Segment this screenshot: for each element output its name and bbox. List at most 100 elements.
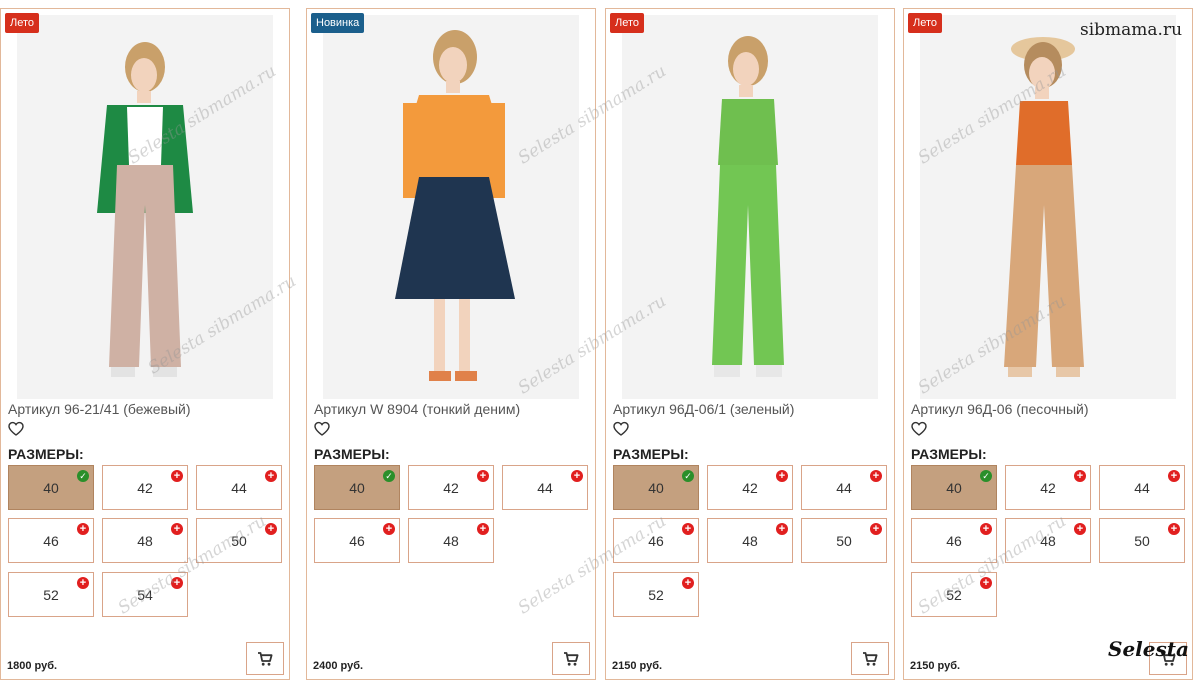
model-figure <box>920 15 1176 399</box>
size-option-52[interactable]: 52 + <box>8 572 94 617</box>
product-title[interactable]: Артикул W 8904 (тонкий деним) <box>314 401 520 417</box>
product-price: 2400 руб. <box>313 660 364 672</box>
plus-circle-icon: + <box>1074 523 1086 535</box>
product-photo[interactable] <box>622 15 878 399</box>
check-circle-icon: ✓ <box>682 470 694 482</box>
plus-circle-icon: + <box>77 577 89 589</box>
size-option-52[interactable]: 52 + <box>911 572 997 617</box>
shoes-shape <box>1008 367 1032 377</box>
size-option-46[interactable]: 46 + <box>314 518 400 563</box>
product-card: Лето Артикул 96-21/41 (бежевый) РАЗМЕРЫ:… <box>0 8 290 680</box>
plus-circle-icon: + <box>265 523 277 535</box>
size-option-46[interactable]: 46 + <box>613 518 699 563</box>
product-title[interactable]: Артикул 96Д-06/1 (зеленый) <box>613 401 794 417</box>
size-option-48[interactable]: 48 + <box>408 518 494 563</box>
size-option-52[interactable]: 52 + <box>613 572 699 617</box>
shopping-cart-icon <box>258 651 273 666</box>
product-card: Лето Артикул 96Д-06/1 (зеленый) РАЗМЕРЫ:… <box>605 8 895 680</box>
plus-circle-icon: + <box>1074 470 1086 482</box>
top-shape <box>407 95 501 190</box>
shopping-cart-icon <box>863 651 878 666</box>
size-option-40[interactable]: 40 ✓ <box>314 465 400 510</box>
size-option-48[interactable]: 48 + <box>1005 518 1091 563</box>
site-watermark: sibmama.ru <box>1080 20 1183 40</box>
size-option-40[interactable]: 40 ✓ <box>613 465 699 510</box>
size-option-40[interactable]: 40 ✓ <box>911 465 997 510</box>
plus-circle-icon: + <box>980 523 992 535</box>
product-price: 2150 руб. <box>612 660 663 672</box>
product-card: Новинка Артикул W 8904 (тонкий деним) РА… <box>306 8 596 680</box>
size-option-50[interactable]: 50 + <box>1099 518 1185 563</box>
heart-outline-icon[interactable] <box>911 421 927 437</box>
plus-circle-icon: + <box>1168 523 1180 535</box>
plus-circle-icon: + <box>477 470 489 482</box>
check-circle-icon: ✓ <box>980 470 992 482</box>
product-photo[interactable] <box>323 15 579 399</box>
add-to-cart-button[interactable] <box>246 642 284 675</box>
plus-circle-icon: + <box>171 523 183 535</box>
size-option-44[interactable]: 44 + <box>801 465 887 510</box>
size-option-48[interactable]: 48 + <box>102 518 188 563</box>
shoes-shape <box>714 365 740 377</box>
product-title[interactable]: Артикул 96-21/41 (бежевый) <box>8 401 191 417</box>
size-option-46[interactable]: 46 + <box>911 518 997 563</box>
plus-circle-icon: + <box>383 523 395 535</box>
heart-outline-icon[interactable] <box>613 421 629 437</box>
sizes-label: РАЗМЕРЫ: <box>613 446 689 462</box>
size-option-46[interactable]: 46 + <box>8 518 94 563</box>
plus-circle-icon: + <box>477 523 489 535</box>
plus-circle-icon: + <box>571 470 583 482</box>
summer-badge: Лето <box>610 13 645 33</box>
plus-circle-icon: + <box>776 523 788 535</box>
check-circle-icon: ✓ <box>77 470 89 482</box>
model-figure <box>622 15 878 399</box>
heart-outline-icon[interactable] <box>8 421 24 437</box>
size-option-42[interactable]: 42 + <box>408 465 494 510</box>
plus-circle-icon: + <box>171 577 183 589</box>
product-card: Лето Артикул 96Д-06 (песочный) РАЗМЕРЫ: … <box>903 8 1193 680</box>
product-photo[interactable] <box>920 15 1176 399</box>
plus-circle-icon: + <box>870 523 882 535</box>
summer-badge: Лето <box>5 13 40 33</box>
product-title[interactable]: Артикул 96Д-06 (песочный) <box>911 401 1089 417</box>
size-option-40[interactable]: 40 ✓ <box>8 465 94 510</box>
size-option-44[interactable]: 44 + <box>196 465 282 510</box>
plus-circle-icon: + <box>870 470 882 482</box>
plus-circle-icon: + <box>682 523 694 535</box>
top-shape <box>718 99 778 165</box>
plus-circle-icon: + <box>265 470 277 482</box>
product-photo[interactable] <box>17 15 273 399</box>
product-price: 2150 руб. <box>910 660 961 672</box>
size-option-48[interactable]: 48 + <box>707 518 793 563</box>
sizes-label: РАЗМЕРЫ: <box>911 446 987 462</box>
size-option-44[interactable]: 44 + <box>1099 465 1185 510</box>
summer-badge: Лето <box>908 13 943 33</box>
size-option-50[interactable]: 50 + <box>801 518 887 563</box>
plus-circle-icon: + <box>776 470 788 482</box>
size-option-54[interactable]: 54 + <box>102 572 188 617</box>
plus-circle-icon: + <box>1168 470 1180 482</box>
shoes-shape <box>111 367 135 377</box>
add-to-cart-button[interactable] <box>552 642 590 675</box>
check-circle-icon: ✓ <box>383 470 395 482</box>
size-option-42[interactable]: 42 + <box>102 465 188 510</box>
product-price: 1800 руб. <box>7 660 58 672</box>
sizes-label: РАЗМЕРЫ: <box>314 446 390 462</box>
plus-circle-icon: + <box>77 523 89 535</box>
plus-circle-icon: + <box>682 577 694 589</box>
plus-circle-icon: + <box>980 577 992 589</box>
new-badge: Новинка <box>311 13 365 33</box>
model-figure <box>17 15 273 399</box>
plus-circle-icon: + <box>171 470 183 482</box>
size-option-42[interactable]: 42 + <box>1005 465 1091 510</box>
size-option-42[interactable]: 42 + <box>707 465 793 510</box>
size-option-50[interactable]: 50 + <box>196 518 282 563</box>
model-figure <box>323 15 579 399</box>
sizes-label: РАЗМЕРЫ: <box>8 446 84 462</box>
heart-outline-icon[interactable] <box>314 421 330 437</box>
shopping-cart-icon <box>564 651 579 666</box>
brand-watermark: Selesta <box>1108 637 1189 661</box>
size-option-44[interactable]: 44 + <box>502 465 588 510</box>
add-to-cart-button[interactable] <box>851 642 889 675</box>
shoes-shape <box>429 371 451 381</box>
